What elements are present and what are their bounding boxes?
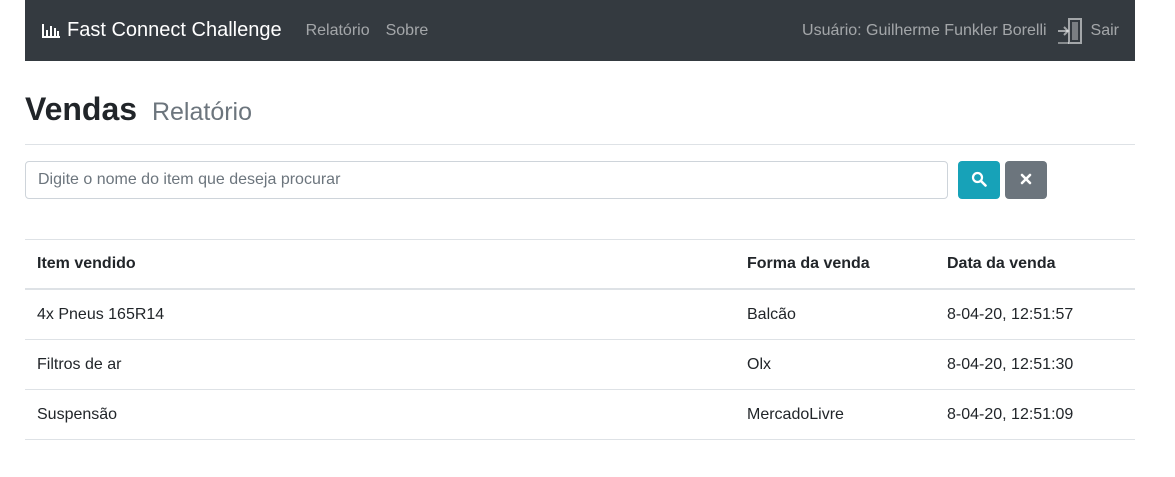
cell-forma: MercadoLivre — [735, 389, 935, 441]
navbar-brand[interactable]: Fast Connect Challenge — [41, 19, 282, 42]
cell-forma: Balcão — [747, 305, 796, 323]
navbar: Fast Connect Challenge Relatório Sobre U… — [25, 0, 1135, 61]
close-icon — [1020, 173, 1032, 188]
nav-link-sobre[interactable]: Sobre — [386, 22, 429, 40]
door-exit-icon — [1057, 17, 1083, 45]
page-title: Vendas Relatório — [25, 90, 1135, 128]
search-icon — [971, 171, 987, 190]
page-header: Vendas Relatório — [25, 61, 1135, 146]
page-title-text: Vendas — [25, 91, 138, 127]
sales-table: Item vendido Forma da venda Data da vend… — [25, 239, 1135, 441]
cell-forma: Olx — [735, 339, 935, 390]
logout-button[interactable]: Sair — [1047, 17, 1119, 45]
cell-item: 4x Pneus 165R14 — [37, 305, 165, 323]
cell-data: 8-04-20, 12:51:57 — [947, 305, 1074, 323]
page-container: Fast Connect Challenge Relatório Sobre U… — [25, 0, 1135, 441]
page-subtitle: Relatório — [151, 98, 253, 126]
cell-data: 8-04-20, 12:51:30 — [935, 339, 1135, 390]
user-label: Usuário: Guilherme Funkler Borelli — [802, 21, 1047, 39]
navbar-user-area: Usuário: Guilherme Funkler Borelli Sair — [802, 17, 1119, 45]
clear-button[interactable] — [1005, 161, 1047, 200]
table-row: Filtros de ar Olx 8-04-20, 12:51:30 — [25, 339, 1135, 390]
cell-item: Suspensão — [25, 389, 735, 441]
column-header-data[interactable]: Data da venda — [935, 239, 1135, 291]
nav-link-relatorio[interactable]: Relatório — [306, 22, 370, 40]
bar-chart-icon — [41, 22, 61, 40]
column-header-item[interactable]: Item vendido — [25, 239, 735, 291]
table-row: 4x Pneus 165R14 Balcão 8-04-20, 12:51:57 — [25, 289, 1135, 340]
table-row: Suspensão MercadoLivre 8-04-20, 12:51:09 — [25, 389, 1135, 441]
search-input[interactable] — [25, 161, 948, 200]
cell-item: Filtros de ar — [25, 339, 735, 390]
logout-label: Sair — [1090, 21, 1119, 39]
search-button[interactable] — [958, 161, 1000, 200]
brand-label: Fast Connect Challenge — [67, 19, 282, 41]
cell-data: 8-04-20, 12:51:09 — [935, 389, 1135, 441]
search-row — [25, 161, 1135, 200]
column-header-forma[interactable]: Forma da venda — [735, 239, 935, 291]
table-header-row: Item vendido Forma da venda Data da vend… — [25, 239, 1135, 291]
